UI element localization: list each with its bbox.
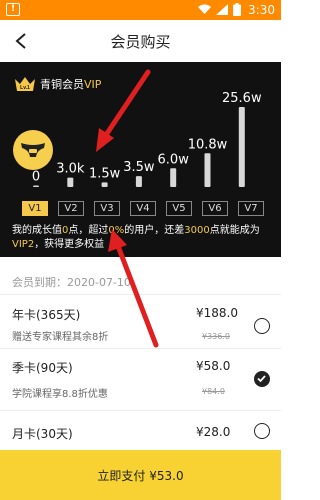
desc-next-level: VIP2: [12, 239, 35, 250]
level-tab-v5[interactable]: V5: [166, 201, 192, 216]
plan-yearly[interactable]: 年卡(365天) ¥188.0 赠送专家课程其余8折 ¥336.0: [0, 294, 281, 348]
status-bar: ! 3:30: [0, 0, 281, 20]
chart-bar: [101, 182, 108, 187]
wifi-icon: [198, 4, 211, 14]
growth-chart: 0 3.0k 1.5w 3.5w6.0w10.8w 25.6w: [32, 91, 262, 187]
plan-price: ¥58.0: [196, 359, 231, 373]
level-tab-v2[interactable]: V2: [58, 201, 84, 216]
desc-text: ，获得更多权益: [34, 239, 105, 250]
desc-points-needed: 3000: [184, 225, 210, 236]
plan-quarterly[interactable]: 季卡(90天) ¥58.0 学院课程享8.8折优惠 ¥84.0: [0, 348, 281, 410]
plan-note: 学院课程享8.8折优惠: [12, 389, 108, 400]
check-icon: [257, 375, 266, 383]
clock: 3:30: [248, 3, 275, 17]
plan-name: 月卡(30天): [12, 427, 73, 441]
level-tab-v6[interactable]: V6: [202, 201, 228, 216]
chart-value-label: 3.5w: [123, 160, 155, 175]
chart-bar: [33, 185, 39, 187]
desc-percent: 0%: [108, 225, 125, 236]
warning-icon: !: [6, 3, 20, 16]
membership-date: 会员到期：2020-07-10: [0, 262, 281, 294]
desc-text: 的用户，还差: [124, 225, 185, 236]
level-tab-v1[interactable]: V1: [22, 201, 48, 216]
membership-date-text: 会员到期：2020-07-10: [12, 276, 131, 289]
plan-name: 季卡(90天): [12, 361, 73, 375]
plan-radio-checked[interactable]: [254, 371, 270, 387]
chart-value-label: 1.5w: [89, 166, 121, 181]
chart-value-label: 25.6w: [222, 91, 262, 106]
pay-now-button[interactable]: 立即支付 ¥53.0: [0, 450, 281, 500]
plan-price: ¥188.0: [196, 306, 238, 320]
desc-text: 点，超过: [68, 225, 109, 236]
chart-bar: [204, 153, 211, 187]
vip-level-panel: Lv.1 青铜会员VIP 0 3.0k 1.5w 3.5w 6.0w 10.8w 25.6w…: [0, 62, 281, 257]
plan-original-price: ¥336.0: [202, 332, 230, 341]
level-tab-v4[interactable]: V4: [130, 201, 156, 216]
plan-monthly[interactable]: 月卡(30天) ¥28.0: [0, 410, 281, 450]
chart-value-label: 10.8w: [188, 137, 228, 152]
desc-text: 我的成长值: [12, 225, 62, 236]
page-title: 会员购买: [110, 33, 171, 51]
plan-price: ¥28.0: [196, 425, 231, 439]
nav-bar: 会员购买: [0, 20, 281, 62]
chart-bar: [67, 177, 74, 187]
desc-text: 点就能成为: [209, 225, 260, 236]
battery-icon: [233, 3, 241, 16]
pay-now-label: 立即支付 ¥53.0: [97, 468, 184, 483]
signal-icon: [216, 4, 228, 15]
chart-value-label: 6.0w: [158, 152, 190, 167]
chart-value-label: 3.0k: [56, 162, 85, 177]
plan-name: 年卡(365天): [12, 308, 81, 322]
level-tabs: V1 V2 V3 V4 V5 V6 V7: [22, 201, 264, 216]
level-tab-v7[interactable]: V7: [238, 201, 264, 216]
plan-radio[interactable]: [254, 423, 270, 439]
chart-bar: [170, 168, 177, 187]
plan-note: 赠送专家课程其余8折: [12, 332, 109, 343]
chart-bar: [135, 176, 142, 187]
chart-value-label: 0: [32, 170, 40, 185]
plan-original-price: ¥84.0: [202, 387, 225, 396]
plan-radio[interactable]: [254, 318, 270, 334]
chart-bar: [238, 107, 245, 187]
growth-description: 我的成长值0点，超过0%的用户，还差3000点就能成为VIP2，获得更多权益: [12, 224, 274, 252]
level-tab-v3[interactable]: V3: [94, 201, 120, 216]
